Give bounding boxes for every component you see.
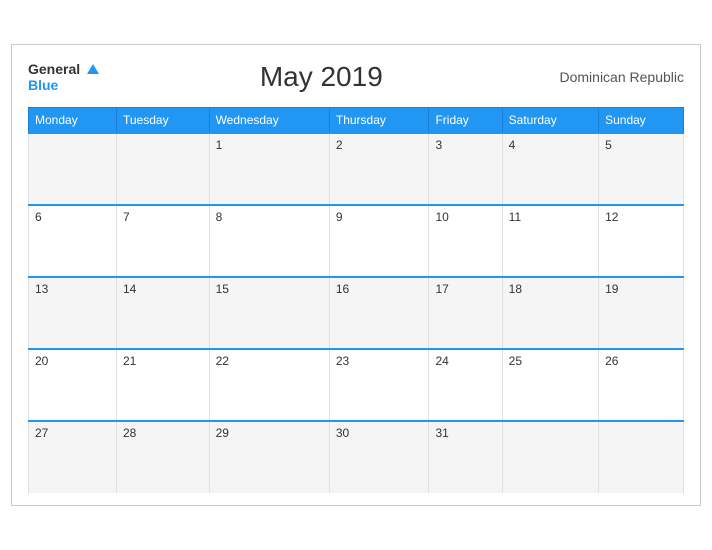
day-number: 8 <box>216 210 223 224</box>
calendar-day-cell: 29 <box>209 421 329 493</box>
day-number: 21 <box>123 354 136 368</box>
calendar-day-cell: 6 <box>29 205 117 277</box>
calendar-week-row: 13 14 15 16 17 18 19 <box>29 277 684 349</box>
day-number: 29 <box>216 426 229 440</box>
day-number: 18 <box>509 282 522 296</box>
calendar-day-cell: 11 <box>502 205 598 277</box>
day-number: 27 <box>35 426 48 440</box>
calendar-day-cell: 12 <box>599 205 684 277</box>
calendar-day-cell: 30 <box>329 421 429 493</box>
header-wednesday: Wednesday <box>209 108 329 134</box>
logo: General Blue <box>28 61 99 94</box>
calendar-day-cell: 7 <box>117 205 210 277</box>
day-number: 12 <box>605 210 618 224</box>
calendar-day-cell: 3 <box>429 133 502 205</box>
calendar-day-cell: 10 <box>429 205 502 277</box>
calendar-day-cell: 21 <box>117 349 210 421</box>
day-number: 13 <box>35 282 48 296</box>
day-number: 20 <box>35 354 48 368</box>
calendar-day-cell: 9 <box>329 205 429 277</box>
calendar-title: May 2019 <box>99 61 544 93</box>
calendar-day-cell <box>117 133 210 205</box>
calendar-header: General Blue May 2019 Dominican Republic <box>28 61 684 94</box>
calendar-day-cell: 22 <box>209 349 329 421</box>
weekday-header-row: Monday Tuesday Wednesday Thursday Friday… <box>29 108 684 134</box>
calendar-day-cell: 26 <box>599 349 684 421</box>
calendar-day-cell: 27 <box>29 421 117 493</box>
day-number: 30 <box>336 426 349 440</box>
logo-general-text: General <box>28 61 80 77</box>
calendar-day-cell <box>29 133 117 205</box>
calendar-day-cell: 18 <box>502 277 598 349</box>
logo-blue-text: Blue <box>28 78 99 93</box>
logo-triangle-icon <box>87 64 99 74</box>
calendar-day-cell: 8 <box>209 205 329 277</box>
day-number: 3 <box>435 138 442 152</box>
day-number: 23 <box>336 354 349 368</box>
calendar-week-row: 20 21 22 23 24 25 26 <box>29 349 684 421</box>
day-number: 1 <box>216 138 223 152</box>
calendar-day-cell: 15 <box>209 277 329 349</box>
header-thursday: Thursday <box>329 108 429 134</box>
logo-general: General <box>28 61 99 79</box>
day-number: 14 <box>123 282 136 296</box>
header-saturday: Saturday <box>502 108 598 134</box>
day-number: 19 <box>605 282 618 296</box>
day-number: 17 <box>435 282 448 296</box>
calendar-day-cell: 2 <box>329 133 429 205</box>
calendar-day-cell: 20 <box>29 349 117 421</box>
day-number: 5 <box>605 138 612 152</box>
day-number: 7 <box>123 210 130 224</box>
day-number: 31 <box>435 426 448 440</box>
day-number: 15 <box>216 282 229 296</box>
day-number: 10 <box>435 210 448 224</box>
calendar-day-cell: 19 <box>599 277 684 349</box>
calendar-day-cell: 1 <box>209 133 329 205</box>
calendar-day-cell: 23 <box>329 349 429 421</box>
calendar-day-cell: 25 <box>502 349 598 421</box>
day-number: 24 <box>435 354 448 368</box>
day-number: 16 <box>336 282 349 296</box>
day-number: 2 <box>336 138 343 152</box>
calendar-day-cell: 24 <box>429 349 502 421</box>
calendar-day-cell: 17 <box>429 277 502 349</box>
calendar-day-cell: 28 <box>117 421 210 493</box>
calendar-week-row: 1 2 3 4 5 <box>29 133 684 205</box>
calendar-day-cell: 13 <box>29 277 117 349</box>
calendar-day-cell: 31 <box>429 421 502 493</box>
calendar-day-cell: 14 <box>117 277 210 349</box>
day-number: 9 <box>336 210 343 224</box>
header-monday: Monday <box>29 108 117 134</box>
calendar-body: 1234567891011121314151617181920212223242… <box>29 133 684 493</box>
calendar-container: General Blue May 2019 Dominican Republic… <box>11 44 701 507</box>
header-sunday: Sunday <box>599 108 684 134</box>
day-number: 26 <box>605 354 618 368</box>
calendar-day-cell: 16 <box>329 277 429 349</box>
day-number: 22 <box>216 354 229 368</box>
day-number: 11 <box>509 210 521 224</box>
header-tuesday: Tuesday <box>117 108 210 134</box>
calendar-region: Dominican Republic <box>544 69 684 85</box>
calendar-day-cell: 5 <box>599 133 684 205</box>
calendar-week-row: 6 7 8 9 10 11 12 <box>29 205 684 277</box>
day-number: 25 <box>509 354 522 368</box>
day-number: 28 <box>123 426 136 440</box>
calendar-week-row: 27 28 29 30 31 <box>29 421 684 493</box>
day-number: 4 <box>509 138 516 152</box>
calendar-day-cell: 4 <box>502 133 598 205</box>
calendar-table: Monday Tuesday Wednesday Thursday Friday… <box>28 107 684 493</box>
calendar-day-cell <box>599 421 684 493</box>
calendar-day-cell <box>502 421 598 493</box>
day-number: 6 <box>35 210 42 224</box>
header-friday: Friday <box>429 108 502 134</box>
